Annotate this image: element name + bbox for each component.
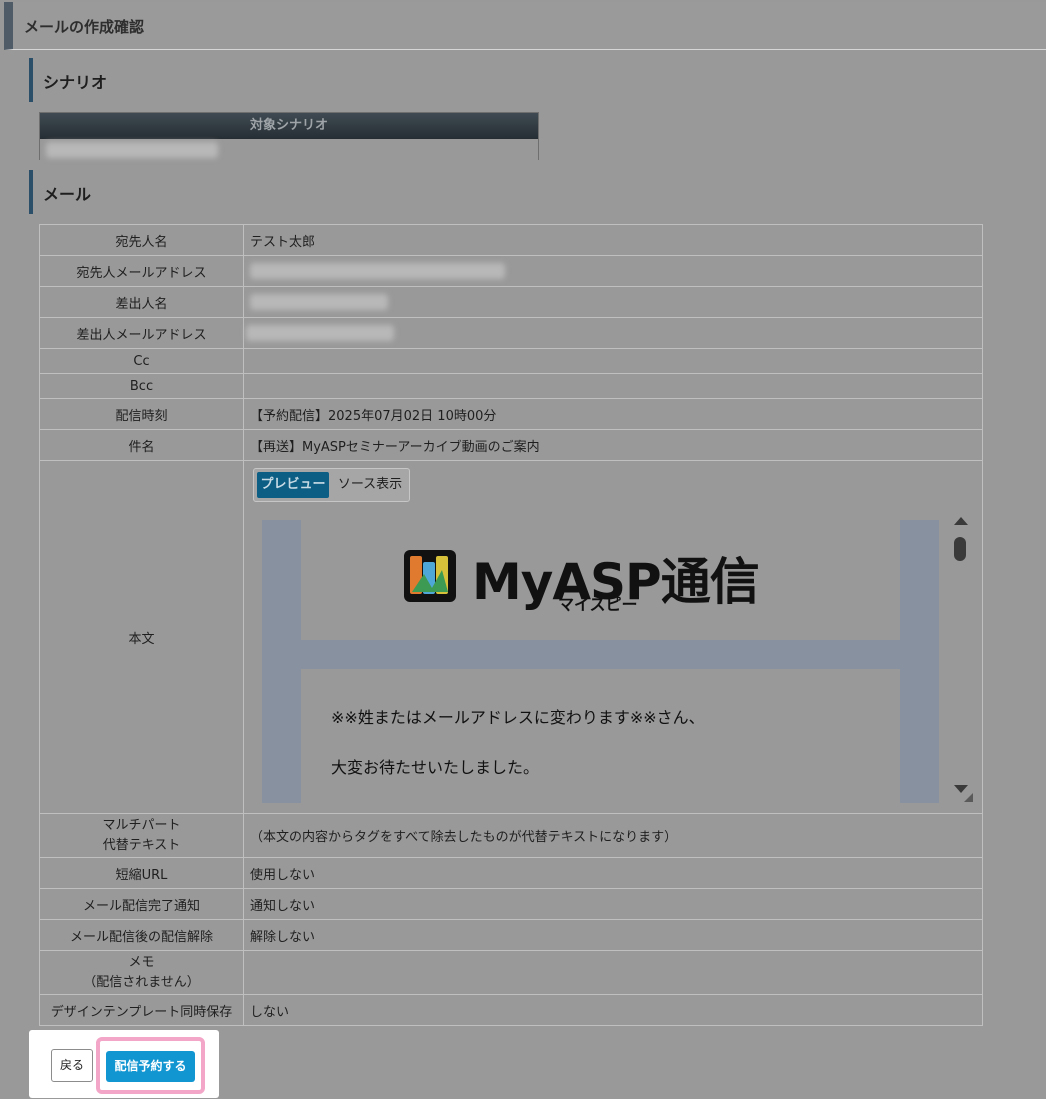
memo-value xyxy=(243,950,983,995)
table-row: 短縮URL 使用しない xyxy=(39,857,983,889)
view-tabs: プレビュー ソース表示 xyxy=(253,468,410,502)
multipart-value: （本文の内容からタグをすべて除去したものが代替テキストになります） xyxy=(243,813,983,858)
table-row: マルチパート 代替テキスト （本文の内容からタグをすべて除去したものが代替テキス… xyxy=(39,813,983,858)
cc-label: Cc xyxy=(39,348,244,374)
table-row: デザインテンプレート同時保存 しない xyxy=(39,994,983,1026)
to-email-label: 宛先人メールアドレス xyxy=(39,255,244,287)
from-email-value xyxy=(243,317,983,349)
memo-label-line1: メモ xyxy=(128,954,155,970)
multipart-label-line1: マルチパート xyxy=(102,817,181,833)
scenario-heading: シナリオ xyxy=(29,58,1019,102)
send-time-label: 配信時刻 xyxy=(39,398,244,430)
table-row: 配信時刻 【予約配信】2025年07月02日 10時00分 xyxy=(39,398,983,430)
body-preview-cell: プレビュー ソース表示 MyASP通信 マイスピー ※※姓またはメールアドレスに… xyxy=(243,460,983,814)
table-row: 宛先人メールアドレス xyxy=(39,255,983,287)
short-url-value: 使用しない xyxy=(243,857,983,889)
preview-line-1: ※※姓またはメールアドレスに変わります※※さん、 xyxy=(331,708,705,727)
send-time-value: 【予約配信】2025年07月02日 10時00分 xyxy=(243,398,983,430)
logo-subtext: マイスピー xyxy=(558,595,638,614)
short-url-label: 短縮URL xyxy=(39,857,244,889)
redacted-scenario-name xyxy=(46,142,218,158)
page-header: メールの作成確認 xyxy=(4,2,1046,50)
body-label: 本文 xyxy=(39,460,244,814)
to-name-label: 宛先人名 xyxy=(39,224,244,256)
redacted-from-email xyxy=(246,325,394,341)
preview-line-2: 大変お待たせいたしました。 xyxy=(331,758,540,777)
table-row: メール配信完了通知 通知しない xyxy=(39,888,983,920)
scroll-thumb[interactable] xyxy=(954,537,966,561)
preview-right-margin xyxy=(900,520,939,803)
complete-notice-label: メール配信完了通知 xyxy=(39,888,244,920)
from-email-label: 差出人メールアドレス xyxy=(39,317,244,349)
scenario-table: 対象シナリオ xyxy=(39,112,539,160)
table-row: 件名 【再送】MyASPセミナーアーカイブ動画のご案内 xyxy=(39,429,983,461)
mail-detail-table: 宛先人名 テスト太郎 宛先人メールアドレス 差出人名 差出人メールアドレス Cc… xyxy=(39,224,983,1026)
preview-divider-band xyxy=(301,640,900,669)
mail-heading: メール xyxy=(29,170,1019,214)
back-button[interactable]: 戻る xyxy=(51,1049,93,1082)
tab-source[interactable]: ソース表示 xyxy=(335,472,405,498)
reserve-send-button[interactable]: 配信予約する xyxy=(106,1051,195,1082)
table-row: メモ （配信されません） xyxy=(39,950,983,995)
page-title: メールの作成確認 xyxy=(24,18,145,36)
action-bar: 戻る 配信予約する xyxy=(29,1030,219,1098)
table-row: 宛先人名 テスト太郎 xyxy=(39,224,983,256)
tab-preview[interactable]: プレビュー xyxy=(257,472,329,498)
table-row: 本文 プレビュー ソース表示 MyASP通信 マイスピー ※※姓またはメールアド… xyxy=(39,460,983,814)
unsubscribe-value: 解除しない xyxy=(243,919,983,951)
subject-label: 件名 xyxy=(39,429,244,461)
scroll-down-arrow-icon[interactable] xyxy=(954,785,968,793)
email-preview-frame[interactable]: MyASP通信 マイスピー ※※姓またはメールアドレスに変わります※※さん、 大… xyxy=(262,520,972,803)
complete-notice-value: 通知しない xyxy=(243,888,983,920)
scenario-name-cell xyxy=(40,139,538,160)
redacted-to-email xyxy=(250,263,505,279)
to-email-value xyxy=(243,255,983,287)
cc-value xyxy=(243,348,983,374)
design-template-label: デザインテンプレート同時保存 xyxy=(39,994,244,1026)
memo-label-line2: （配信されません） xyxy=(83,974,200,990)
scenario-heading-text: シナリオ xyxy=(43,73,108,92)
table-row: 差出人名 xyxy=(39,286,983,318)
bcc-value xyxy=(243,373,983,399)
unsubscribe-label: メール配信後の配信解除 xyxy=(39,919,244,951)
preview-scrollbar[interactable] xyxy=(949,513,973,803)
mail-heading-text: メール xyxy=(43,185,92,204)
redacted-from-name xyxy=(250,294,388,310)
reserve-button-highlight: 配信予約する xyxy=(96,1037,205,1094)
subject-value: 【再送】MyASPセミナーアーカイブ動画のご案内 xyxy=(243,429,983,461)
from-name-label: 差出人名 xyxy=(39,286,244,318)
table-row: Bcc xyxy=(39,373,983,399)
scenario-table-header: 対象シナリオ xyxy=(40,113,538,139)
table-row: メール配信後の配信解除 解除しない xyxy=(39,919,983,951)
memo-label: メモ （配信されません） xyxy=(39,950,244,995)
multipart-label-line2: 代替テキスト xyxy=(102,837,181,853)
bcc-label: Bcc xyxy=(39,373,244,399)
scroll-up-arrow-icon[interactable] xyxy=(954,517,968,525)
preview-left-margin xyxy=(262,520,301,803)
resize-grip-icon[interactable] xyxy=(964,793,973,802)
multipart-label: マルチパート 代替テキスト xyxy=(39,813,244,858)
from-name-value xyxy=(243,286,983,318)
table-row: 差出人メールアドレス xyxy=(39,317,983,349)
design-template-value: しない xyxy=(243,994,983,1026)
table-row: Cc xyxy=(39,348,983,374)
to-name-value: テスト太郎 xyxy=(243,224,983,256)
myasp-logo-icon xyxy=(404,550,456,602)
